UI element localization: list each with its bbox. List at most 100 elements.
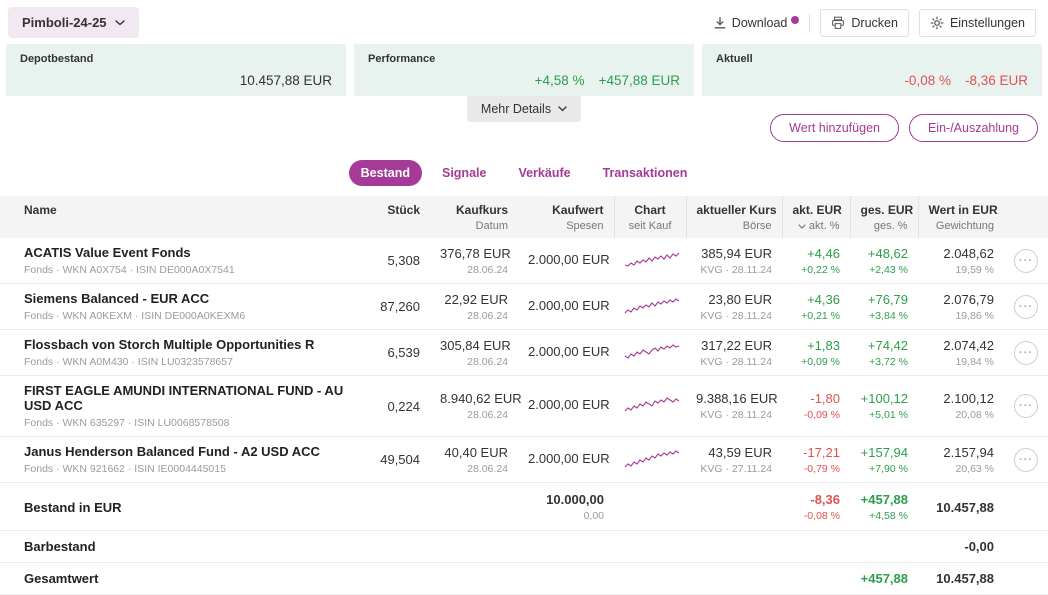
fund-details: Fonds · WKN 635297 · ISIN LU0068578508: [24, 417, 358, 429]
ges-eur-value: +48,62: [860, 246, 908, 261]
header-stueck[interactable]: Stück: [368, 196, 430, 238]
boerse-value: KVG · 28.11.24: [696, 409, 772, 421]
row-menu-button[interactable]: [1014, 448, 1038, 472]
ges-pct-value: +5,01 %: [860, 409, 908, 421]
tab-bestand[interactable]: Bestand: [349, 160, 422, 186]
fund-name[interactable]: Flossbach von Storch Multiple Opportunit…: [24, 337, 358, 352]
aktuell-value: -8,36 EUR: [965, 73, 1028, 88]
settings-label: Einstellungen: [950, 16, 1025, 30]
gesamtwert-wert: 10.457,88: [928, 571, 994, 586]
tab-transaktionen[interactable]: Transaktionen: [591, 160, 700, 186]
mehr-details-button[interactable]: Mehr Details: [467, 96, 581, 122]
download-icon: [713, 16, 727, 30]
header-akt-eur[interactable]: akt. EUR akt. %: [782, 196, 850, 238]
row-menu-button[interactable]: [1014, 394, 1038, 418]
kauf-datum: 28.06.24: [440, 264, 508, 276]
aktueller-kurs-value: 23,80 EUR: [696, 292, 772, 307]
fund-details: Fonds · WKN A0X754 · ISIN DE000A0X7541: [24, 264, 358, 276]
gewichtung-value: 20,63 %: [928, 463, 994, 475]
performance-value: +457,88 EUR: [599, 73, 680, 88]
kauf-datum: 28.06.24: [440, 310, 508, 322]
table-row: ACATIS Value Event Fonds Fonds · WKN A0X…: [0, 238, 1048, 284]
new-feature-badge: [791, 16, 799, 24]
download-button[interactable]: Download: [713, 16, 800, 30]
fund-name[interactable]: Janus Henderson Balanced Fund - A2 USD A…: [24, 444, 358, 459]
chevron-down-icon: [115, 20, 125, 26]
fund-details: Fonds · WKN 921662 · ISIN IE0004445015: [24, 463, 358, 475]
tab-signale[interactable]: Signale: [430, 160, 498, 186]
settings-button[interactable]: Einstellungen: [919, 9, 1036, 37]
gesamtwert-row: Gesamtwert +457,88 10.457,88: [0, 563, 1048, 595]
sparkline-chart: [624, 449, 680, 471]
print-button[interactable]: Drucken: [820, 9, 909, 37]
gesamtwert-label: Gesamtwert: [24, 571, 358, 586]
header-aktueller-kurs[interactable]: aktueller KursBörse: [686, 196, 782, 238]
header-kaufwert[interactable]: KaufwertSpesen: [518, 196, 614, 238]
kaufwert-value: 2.000,00 EUR: [528, 451, 604, 466]
total-akt-eur: -8,36: [792, 492, 840, 507]
akt-eur-value: +4,46: [792, 246, 840, 261]
akt-pct-value: +0,09 %: [792, 356, 840, 368]
header-ges-eur[interactable]: ges. EURges. %: [850, 196, 918, 238]
stueck-value: 0,224: [378, 399, 420, 414]
sort-chevron-icon: [798, 224, 806, 229]
aktueller-kurs-value: 9.388,16 EUR: [696, 391, 772, 406]
aktueller-kurs-value: 385,94 EUR: [696, 246, 772, 261]
akt-pct-value: +0,22 %: [792, 264, 840, 276]
sparkline-chart: [624, 395, 680, 417]
kaufkurs-value: 376,78 EUR: [440, 246, 508, 261]
performance-percent: +4,58 %: [535, 73, 585, 88]
sparkline-chart: [624, 250, 680, 272]
total-spesen: 0,00: [528, 510, 604, 522]
total-ges-eur: +457,88: [860, 492, 908, 507]
top-bar: Pimboli-24-25 Download Drucken: [0, 0, 1048, 44]
mehr-details-label: Mehr Details: [481, 102, 551, 116]
holdings-table: Name Stück KaufkursDatum KaufwertSpesen …: [0, 196, 1048, 595]
stueck-value: 5,308: [378, 253, 420, 268]
sparkline-chart: [624, 342, 680, 364]
tab-verkaeufe[interactable]: Verkäufe: [506, 160, 582, 186]
table-header-row: Name Stück KaufkursDatum KaufwertSpesen …: [0, 196, 1048, 238]
header-name[interactable]: Name: [0, 196, 368, 238]
print-label: Drucken: [851, 16, 898, 30]
akt-eur-value: -17,21: [792, 445, 840, 460]
row-menu-button[interactable]: [1014, 295, 1038, 319]
total-akt-pct: -0,08 %: [792, 510, 840, 522]
header-chart[interactable]: Chartseit Kauf: [614, 196, 686, 238]
row-menu-button[interactable]: [1014, 341, 1038, 365]
table-row: Flossbach von Storch Multiple Opportunit…: [0, 330, 1048, 376]
ein-auszahlung-button[interactable]: Ein-/Auszahlung: [909, 114, 1038, 142]
ges-pct-value: +7,90 %: [860, 463, 908, 475]
header-kaufkurs[interactable]: KaufkursDatum: [430, 196, 518, 238]
stueck-value: 87,260: [378, 299, 420, 314]
table-row: Janus Henderson Balanced Fund - A2 USD A…: [0, 437, 1048, 483]
kauf-datum: 28.06.24: [440, 356, 508, 368]
wert-value: 2.157,94: [928, 445, 994, 460]
wert-value: 2.048,62: [928, 246, 994, 261]
fund-details: Fonds · WKN A0M430 · ISIN LU0323578657: [24, 356, 358, 368]
toolbar: Download Drucken Einstellungen: [713, 9, 1040, 37]
akt-eur-value: +1,83: [792, 338, 840, 353]
row-menu-button[interactable]: [1014, 249, 1038, 273]
kaufkurs-value: 22,92 EUR: [440, 292, 508, 307]
portfolio-name: Pimboli-24-25: [22, 15, 107, 30]
gear-icon: [930, 16, 944, 30]
fund-name[interactable]: ACATIS Value Event Fonds: [24, 245, 358, 260]
stueck-value: 49,504: [378, 452, 420, 467]
summary-strip: Depotbestand 10.457,88 EUR Performance +…: [0, 44, 1048, 96]
fund-name[interactable]: Siemens Balanced - EUR ACC: [24, 291, 358, 306]
wert-hinzufuegen-button[interactable]: Wert hinzufügen: [770, 114, 899, 142]
header-menu: [1004, 196, 1048, 238]
kaufwert-value: 2.000,00 EUR: [528, 397, 604, 412]
header-wert[interactable]: Wert in EURGewichtung: [918, 196, 1004, 238]
ges-eur-value: +157,94: [860, 445, 908, 460]
fund-name[interactable]: FIRST EAGLE AMUNDI INTERNATIONAL FUND - …: [24, 383, 358, 413]
boerse-value: KVG · 28.11.24: [696, 264, 772, 276]
barbestand-row: Barbestand -0,00: [0, 531, 1048, 563]
wert-value: 2.100,12: [928, 391, 994, 406]
portfolio-selector[interactable]: Pimboli-24-25: [8, 7, 139, 38]
barbestand-label: Barbestand: [24, 539, 358, 554]
boerse-value: KVG · 27.11.24: [696, 463, 772, 475]
depot-balance-label: Depotbestand: [20, 53, 332, 65]
kauf-datum: 28.06.24: [440, 409, 508, 421]
